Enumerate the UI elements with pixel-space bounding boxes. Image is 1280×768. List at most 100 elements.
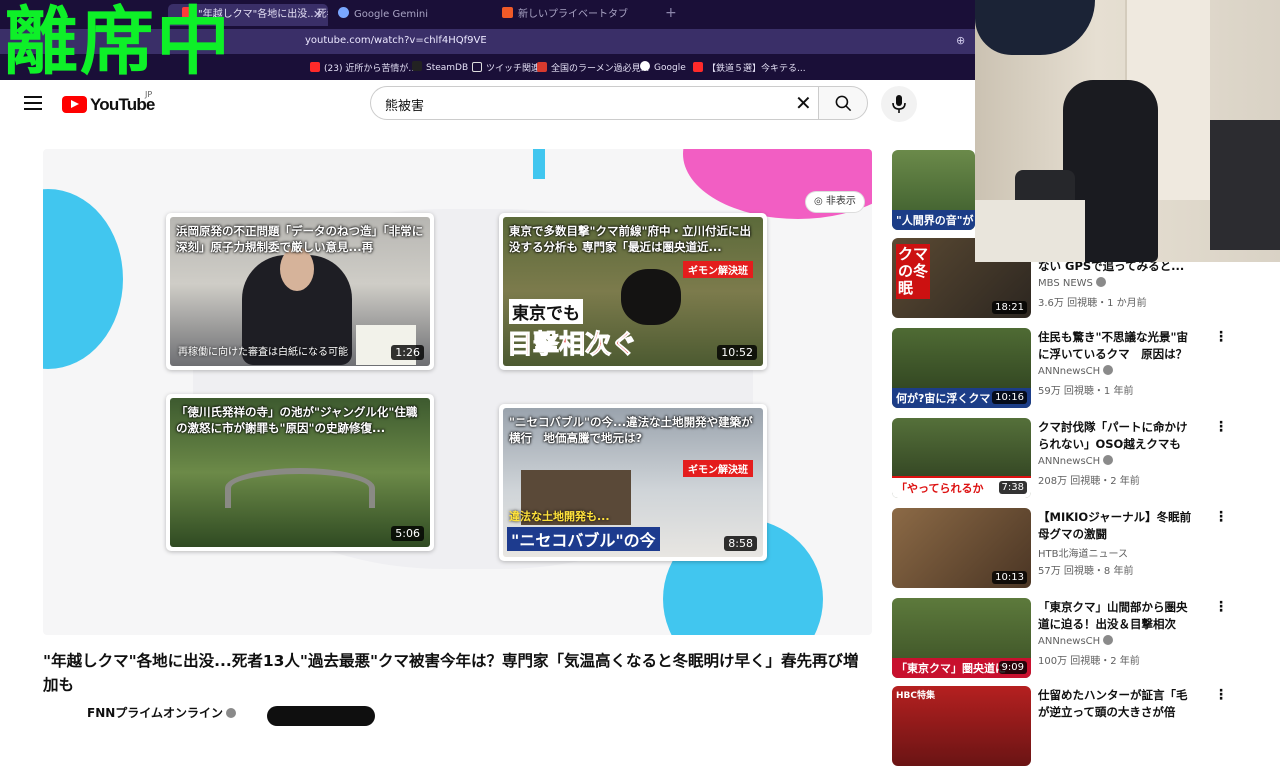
endcard-title: "ニセコバブル"の今...違法な土地開発や建築が横行 地価高騰で地元は? xyxy=(509,415,753,445)
away-overlay-text: 離席中 xyxy=(4,0,232,85)
bookmark-item[interactable]: 全国のラーメン過必見... xyxy=(537,61,649,74)
related-title: 「東京クマ」山間部から圏央道に迫る！出没＆目撃相次ぐ ... xyxy=(1038,600,1188,631)
youtube-bookmark-icon xyxy=(693,62,703,72)
url-text: youtube.com/watch?v=chlf4HQf9VE xyxy=(305,35,487,46)
tab-private[interactable]: 新しいプライベートタブ xyxy=(502,4,652,26)
ramen-bookmark-icon xyxy=(537,62,547,72)
gemini-favicon-icon xyxy=(338,7,349,18)
hamburger-menu-icon[interactable] xyxy=(24,96,42,110)
more-options-icon[interactable]: ⋮ xyxy=(1214,600,1228,614)
related-title: 【MIKIOジャーナル】冬眠前母グマの激闘 xyxy=(1038,510,1192,541)
hide-endscreen-button[interactable]: ◎ 非表示 xyxy=(806,192,864,212)
related-thumbnail-caption: HBC特集 xyxy=(896,691,935,701)
duration-badge: 1:26 xyxy=(391,345,424,360)
video-title: "年越しクマ"各地に出没...死者13人"過去最悪"クマ被害今年は？専門家「気温… xyxy=(43,652,859,694)
steam-bookmark-icon xyxy=(412,61,422,71)
bookmark-item[interactable]: 【鉄道５選】今キテる... xyxy=(693,61,806,74)
endcard-caption: 再稼働に向けた審査は白紙になる可能 xyxy=(178,347,348,358)
related-video[interactable]: 10:13 【MIKIOジャーナル】冬眠前母グマの激闘 HTB北海道ニュース 5… xyxy=(892,508,1277,590)
related-thumbnail: 10:13 xyxy=(892,508,1031,588)
related-meta: 100万 回視聴・2 年前 xyxy=(1038,656,1140,667)
duration-badge: 10:13 xyxy=(992,571,1027,584)
duration-badge: 18:21 xyxy=(992,301,1027,314)
webcam-shelf xyxy=(1210,120,1280,250)
duration-badge: 7:38 xyxy=(998,481,1027,494)
search-input[interactable]: 熊被害 ✕ xyxy=(370,86,818,120)
endcard-thumbnail: "ニセコバブル"の今...違法な土地開発や建築が横行 地価高騰で地元は? ギモン… xyxy=(503,408,763,557)
related-channel[interactable]: ANNnewsCH xyxy=(1038,455,1114,467)
duration-badge: 5:06 xyxy=(391,526,424,541)
related-thumbnail: 「東京クマ」圏央道に 9:09 xyxy=(892,598,1031,678)
endcard-video[interactable]: "ニセコバブル"の今...違法な土地開発や建築が横行 地価高騰で地元は? ギモン… xyxy=(499,404,767,561)
related-thumbnail: 何が?宙に浮くクマ 10:16 xyxy=(892,328,1031,408)
related-channel[interactable]: ANNnewsCH xyxy=(1038,635,1114,647)
endcard-thumbnail: 東京で多数目撃"クマ前線"府中・立川付近に出没する分析も 専門家「最近は圏央道近… xyxy=(503,217,763,366)
bookmark-item[interactable]: ツイッチ関連 xyxy=(472,61,540,74)
related-thumbnail-caption: "人間界の音"が xyxy=(892,210,975,230)
related-meta: 208万 回視聴・2 年前 xyxy=(1038,476,1140,487)
decor-shape xyxy=(43,189,123,369)
endcard-badge: ギモン解決班 xyxy=(683,261,753,278)
bookmark-item[interactable]: Google xyxy=(640,61,686,73)
related-meta: 59万 回視聴・1 年前 xyxy=(1038,386,1134,397)
related-video[interactable]: HBC特集 仕留めたハンターが証言「毛が逆立って頭の大きさが倍に...し ⋮ xyxy=(892,686,1277,768)
verified-icon xyxy=(1103,365,1114,375)
endcard-video[interactable]: 浜岡原発の不正問題「データのねつ造」「非常に深刻」原子力規制委で厳しい意見...… xyxy=(166,213,434,370)
endcard-video[interactable]: 「徳川氏発祥の寺」の池が"ジャングル化"住職の激怒に市が謝罪も"原因"の史跡修復… xyxy=(166,394,434,551)
related-title: 仕留めたハンターが証言「毛が逆立って頭の大きさが倍に...し xyxy=(1038,688,1188,719)
duration-badge: 10:16 xyxy=(992,391,1027,404)
youtube-bookmark-icon xyxy=(310,62,320,72)
related-thumbnail: HBC特集 xyxy=(892,686,1031,766)
related-title: クマ討伐隊「パートに命かけられない」OSO越えクマも【詳... xyxy=(1038,420,1188,451)
clear-search-icon[interactable]: ✕ xyxy=(795,92,812,114)
related-video-partial[interactable]: "人間界の音"が xyxy=(892,150,975,230)
search-button[interactable] xyxy=(818,86,868,120)
related-thumbnail: 「やってられるか 7:38 xyxy=(892,418,1031,498)
duration-badge: 8:58 xyxy=(724,536,757,551)
bookmark-item[interactable]: SteamDB xyxy=(412,61,468,73)
verified-icon xyxy=(1095,277,1106,287)
channel-avatar[interactable] xyxy=(43,702,77,722)
channel-name[interactable]: FNNプライムオンライン xyxy=(87,704,237,721)
related-title: 住民も驚き"不思議な光景"宙に浮いているクマ 原因は？【... xyxy=(1038,330,1188,361)
endcard-video[interactable]: 東京で多数目撃"クマ前線"府中・立川付近に出没する分析も 専門家「最近は圏央道近… xyxy=(499,213,767,370)
webcam-feed xyxy=(975,0,1280,262)
bear-shape xyxy=(621,269,681,325)
endcard-thumbnail: 浜岡原発の不正問題「データのねつ造」「非常に深刻」原子力規制委で厳しい意見...… xyxy=(170,217,430,366)
more-options-icon[interactable]: ⋮ xyxy=(1214,330,1228,344)
related-meta: 57万 回視聴・8 年前 xyxy=(1038,566,1134,577)
decor-shape xyxy=(533,149,545,179)
bookmark-item[interactable]: (23) 近所から苦情が... xyxy=(310,61,417,74)
more-options-icon[interactable]: ⋮ xyxy=(1214,688,1228,702)
related-video[interactable]: 何が?宙に浮くクマ 10:16 住民も驚き"不思議な光景"宙に浮いているクマ 原… xyxy=(892,328,1277,410)
youtube-play-logo-icon xyxy=(62,96,87,113)
close-tab-icon[interactable]: ✕ xyxy=(313,8,322,21)
endcard-caption-top: 東京でも xyxy=(509,299,583,324)
search-icon xyxy=(835,95,852,112)
duration-badge: 9:09 xyxy=(998,661,1027,674)
verified-icon xyxy=(1103,455,1114,465)
more-options-icon[interactable]: ⋮ xyxy=(1214,510,1228,524)
related-channel[interactable]: ANNnewsCH xyxy=(1038,365,1114,377)
tab-gemini[interactable]: Google Gemini xyxy=(338,4,488,26)
tab-label: 新しいプライベートタブ xyxy=(518,9,628,20)
eye-slash-icon: ◎ xyxy=(814,196,823,207)
related-video[interactable]: 「やってられるか 7:38 クマ討伐隊「パートに命かけられない」OSO越えクマも… xyxy=(892,418,1277,500)
related-thumbnail-caption: クマの冬眠 xyxy=(896,244,930,299)
folder-icon xyxy=(472,62,482,72)
endcard-thumbnail: 「徳川氏発祥の寺」の池が"ジャングル化"住職の激怒に市が謝罪も"原因"の史跡修復… xyxy=(170,398,430,547)
related-channel[interactable]: HTB北海道ニュース xyxy=(1038,545,1128,560)
new-tab-icon[interactable]: + xyxy=(665,5,677,21)
more-options-icon[interactable]: ⋮ xyxy=(1214,420,1228,434)
related-channel[interactable]: MBS NEWS xyxy=(1038,277,1106,289)
related-video[interactable]: 「東京クマ」圏央道に 9:09 「東京クマ」山間部から圏央道に迫る！出没＆目撃相… xyxy=(892,598,1277,680)
related-meta: 3.6万 回視聴・1 か月前 xyxy=(1038,298,1147,309)
zoom-icon[interactable]: ⊕ xyxy=(956,35,968,47)
endcard-title: 浜岡原発の不正問題「データのねつ造」「非常に深刻」原子力規制委で厳しい意見...… xyxy=(176,224,424,254)
subscribe-button[interactable] xyxy=(267,706,375,726)
endcard-badge: ギモン解決班 xyxy=(683,460,753,477)
voice-search-button[interactable] xyxy=(881,86,917,122)
endcard-caption-main: "ニセコバブル"の今 xyxy=(507,527,660,551)
microphone-icon xyxy=(892,95,906,113)
brave-favicon-icon xyxy=(502,7,513,18)
